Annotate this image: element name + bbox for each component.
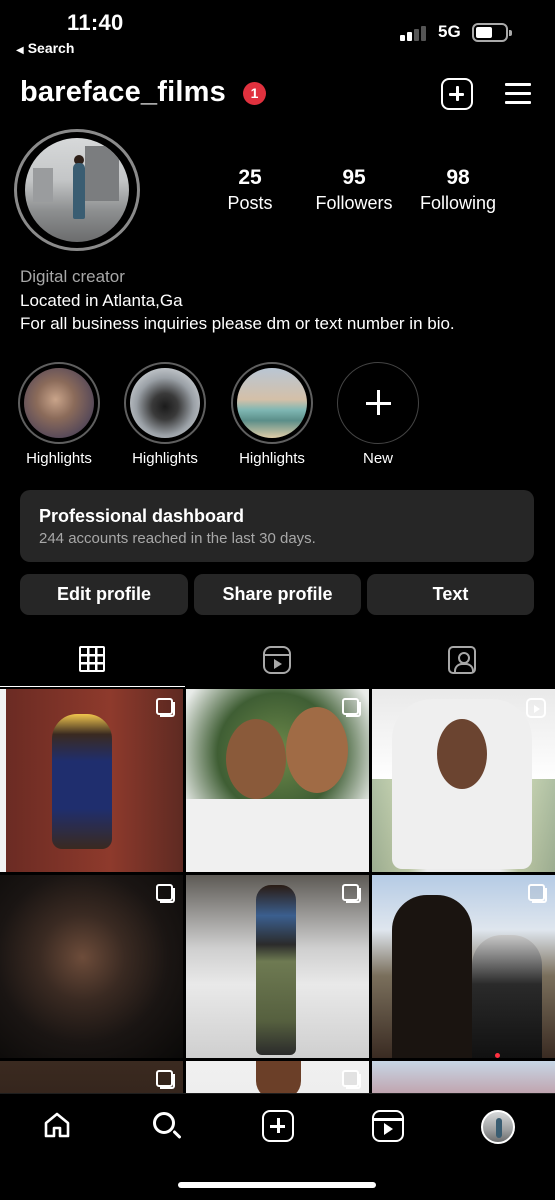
stat-following-label: Following — [419, 193, 497, 213]
stat-following[interactable]: 98 Following — [413, 166, 503, 214]
cellular-signal-icon — [400, 25, 430, 41]
reels-icon — [263, 646, 291, 674]
carousel-icon — [156, 698, 175, 717]
tab-posts-grid[interactable] — [0, 637, 185, 687]
post-thumbnail[interactable] — [186, 689, 369, 872]
stat-followers-value: 95 — [342, 166, 366, 189]
stat-followers-label: Followers — [315, 193, 393, 213]
profile-header: bareface_films 1 — [0, 72, 555, 116]
carousel-icon — [156, 1070, 175, 1089]
highlight-2[interactable]: Highlights — [121, 362, 209, 467]
reel-icon — [526, 698, 546, 718]
search-icon[interactable] — [151, 1110, 183, 1142]
tab-reels[interactable] — [185, 637, 370, 687]
highlight-2-label: Highlights — [132, 450, 198, 467]
new-highlight-label: New — [362, 450, 393, 467]
carousel-icon — [156, 884, 175, 903]
status-bar: 11:40 ◀ Search 5G — [0, 0, 555, 62]
back-arrow-icon: ◀ — [16, 45, 24, 56]
post-thumbnail[interactable] — [372, 689, 555, 872]
post-thumbnail[interactable] — [372, 875, 555, 1058]
profile-activity-dot — [495, 1053, 500, 1058]
post-thumbnail[interactable] — [186, 1061, 369, 1094]
dashboard-title: Professional dashboard — [39, 506, 245, 526]
carousel-icon — [528, 884, 547, 903]
carousel-icon — [342, 1070, 361, 1089]
highlight-1-label: Highlights — [26, 450, 92, 467]
post-thumbnail[interactable] — [0, 689, 183, 872]
carousel-icon — [342, 698, 361, 717]
battery-icon — [472, 23, 512, 42]
highlight-2-cover — [130, 368, 200, 438]
professional-dashboard-card[interactable]: Professional dashboard 244 accounts reac… — [20, 490, 534, 562]
profile-bio: Digital creator Located in Atlanta,Ga Fo… — [20, 265, 455, 336]
posts-grid — [0, 689, 555, 1094]
create-icon[interactable] — [262, 1110, 294, 1142]
highlight-1[interactable]: Highlights — [15, 362, 103, 467]
new-highlight-button[interactable]: New — [334, 362, 422, 467]
profile-category: Digital creator — [20, 267, 125, 286]
back-to-search-link[interactable]: ◀ Search — [16, 40, 74, 56]
stat-posts[interactable]: 25 Posts — [215, 166, 285, 214]
stat-posts-value: 25 — [238, 166, 262, 189]
stat-posts-label: Posts — [227, 193, 273, 213]
profile-avatar-ring[interactable] — [14, 129, 140, 251]
tab-tagged[interactable] — [370, 637, 555, 687]
profile-avatar — [25, 138, 129, 242]
plus-icon — [337, 362, 419, 444]
text-button[interactable]: Text — [367, 574, 534, 615]
profile-avatar[interactable] — [481, 1110, 515, 1144]
notification-badge[interactable]: 1 — [243, 82, 266, 105]
bio-line-location: Located in Atlanta,Ga — [20, 290, 183, 310]
tagged-icon — [448, 646, 476, 674]
highlight-1-cover — [24, 368, 94, 438]
dashboard-subtitle: 244 accounts reached in the last 30 days… — [39, 530, 316, 547]
home-icon[interactable] — [41, 1110, 73, 1142]
highlight-3-label: Highlights — [239, 450, 305, 467]
share-profile-button[interactable]: Share profile — [194, 574, 361, 615]
home-indicator — [178, 1182, 376, 1188]
create-post-button[interactable] — [441, 78, 473, 110]
stat-following-value: 98 — [446, 166, 470, 189]
post-thumbnail[interactable] — [372, 1061, 555, 1094]
back-label: Search — [27, 40, 75, 56]
status-time: 11:40 — [67, 10, 124, 35]
bio-line-inquiries: For all business inquiries please dm or … — [20, 314, 455, 333]
grid-icon — [79, 646, 105, 672]
username-switcher[interactable]: bareface_films — [20, 76, 226, 109]
carousel-icon — [342, 884, 361, 903]
post-thumbnail[interactable] — [186, 875, 369, 1058]
menu-button[interactable] — [503, 78, 535, 110]
edit-profile-button[interactable]: Edit profile — [20, 574, 188, 615]
stat-followers[interactable]: 95 Followers — [309, 166, 399, 214]
post-thumbnail[interactable] — [0, 1061, 183, 1094]
reels-icon[interactable] — [372, 1110, 404, 1142]
post-thumbnail[interactable] — [0, 875, 183, 1058]
network-type: 5G — [438, 22, 461, 41]
highlight-3-cover — [237, 368, 307, 438]
highlight-3[interactable]: Highlights — [228, 362, 316, 467]
content-tabs — [0, 637, 555, 687]
